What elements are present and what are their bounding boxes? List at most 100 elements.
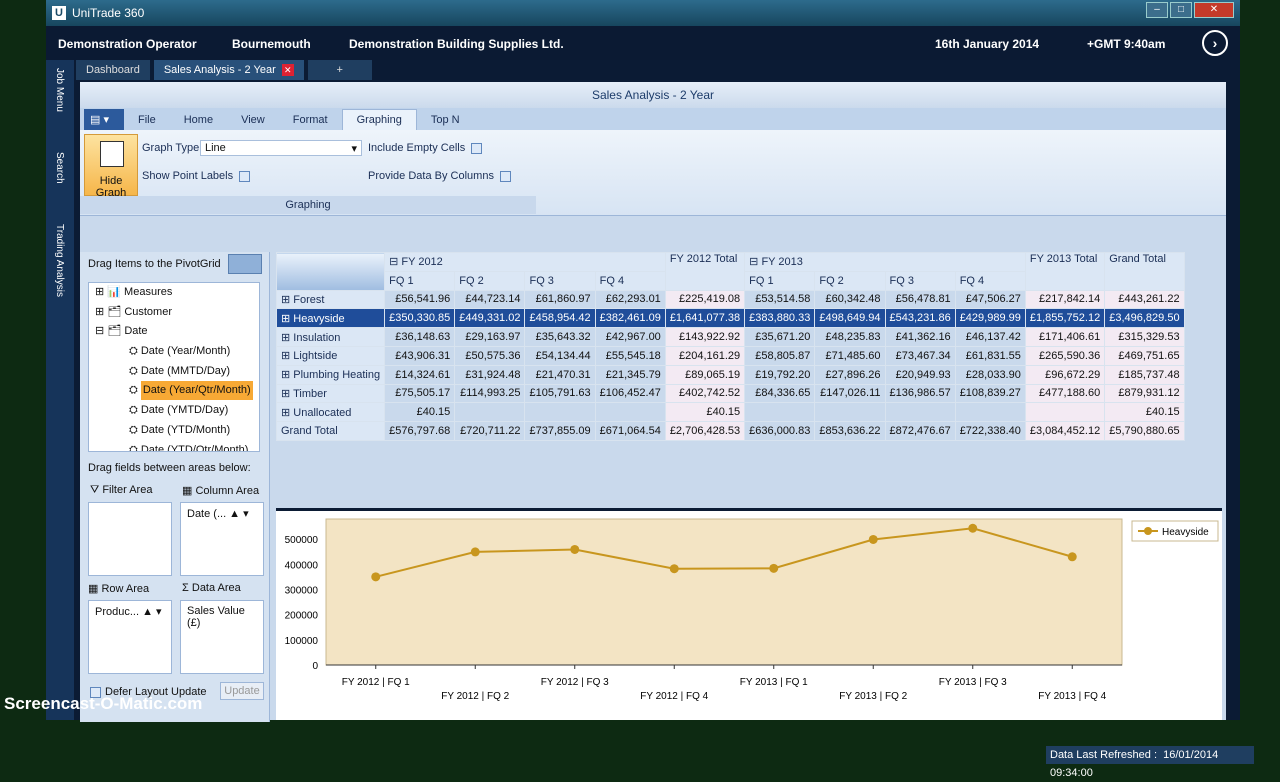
table-cell[interactable]: £42,967.00 xyxy=(594,327,666,347)
row-area[interactable]: Produc... ▲ ▾ xyxy=(88,600,172,674)
table-cell[interactable]: £3,084,452.12 xyxy=(1024,421,1106,441)
table-row[interactable]: ⊞ Insulation £36,148.63 £29,163.97 £35,643.… xyxy=(275,327,1185,347)
grand-total-header[interactable]: Grand Total xyxy=(1104,252,1185,291)
data-point[interactable] xyxy=(868,534,878,544)
quarter-header[interactable]: FQ 2 xyxy=(454,270,526,291)
tab-file[interactable]: File xyxy=(124,110,170,130)
quarter-header[interactable]: FQ 3 xyxy=(884,270,956,291)
table-cell[interactable]: £19,792.20 xyxy=(744,364,816,385)
table-cell[interactable]: £50,575.36 xyxy=(454,345,526,366)
table-cell[interactable]: £56,478.81 xyxy=(884,289,956,310)
row-header[interactable]: ⊞ Insulation xyxy=(275,327,386,347)
table-cell[interactable]: £671,064.54 xyxy=(594,421,666,441)
table-row[interactable]: ⊞ Timber £75,505.17 £114,993.25 £105,791.63… xyxy=(275,383,1185,404)
tab-sales-analysis[interactable]: Sales Analysis - 2 Year ✕ xyxy=(153,60,304,80)
table-cell[interactable] xyxy=(1024,402,1106,423)
row-header[interactable]: ⊞ Forest xyxy=(275,289,386,310)
table-cell[interactable]: £60,342.48 xyxy=(814,289,886,310)
by-columns-checkbox[interactable] xyxy=(499,170,511,182)
row-header[interactable]: ⊞ Timber xyxy=(275,383,386,404)
sidebar-item-search[interactable]: Search xyxy=(54,152,65,184)
empty-cells-checkbox[interactable] xyxy=(471,142,483,154)
update-button[interactable]: Update xyxy=(220,682,264,700)
table-cell[interactable]: £106,452.47 xyxy=(594,383,666,404)
table-cell[interactable]: £40.15 xyxy=(664,402,746,423)
fy2012-total-header[interactable]: FY 2012 Total xyxy=(664,252,746,291)
table-cell[interactable]: £185,737.48 xyxy=(1104,364,1185,385)
data-point[interactable] xyxy=(470,547,480,557)
tree-item-date-ytd-month[interactable]: ⛭ Date (YTD/Month) xyxy=(89,421,259,441)
data-point[interactable] xyxy=(669,564,679,574)
maximize-button[interactable]: □ xyxy=(1170,2,1192,18)
tab-dashboard[interactable]: Dashboard xyxy=(76,60,150,80)
data-point[interactable] xyxy=(1067,552,1077,562)
row-header[interactable]: ⊞ Plumbing Heating xyxy=(275,364,386,385)
table-cell[interactable]: £114,993.25 xyxy=(454,383,526,404)
table-cell[interactable]: £75,505.17 xyxy=(384,383,456,404)
table-cell[interactable]: £1,855,752.12 xyxy=(1024,308,1106,329)
table-cell[interactable]: £48,235.83 xyxy=(814,327,886,347)
table-cell[interactable]: £62,293.01 xyxy=(594,289,666,310)
table-cell[interactable]: £853,636.22 xyxy=(814,421,886,441)
table-cell[interactable]: £43,906.31 xyxy=(384,345,456,366)
quarter-header[interactable]: FQ 1 xyxy=(744,270,816,291)
close-tab-icon[interactable]: ✕ xyxy=(281,64,294,76)
table-cell[interactable]: £498,649.94 xyxy=(814,308,886,329)
provide-data-by-columns[interactable]: Provide Data By Columns xyxy=(368,170,511,182)
point-labels-checkbox[interactable] xyxy=(239,170,251,182)
data-point[interactable] xyxy=(570,544,580,554)
table-cell[interactable]: £21,470.31 xyxy=(524,364,596,385)
tab-format[interactable]: Format xyxy=(279,110,342,130)
table-cell[interactable]: £636,000.83 xyxy=(744,421,816,441)
table-row[interactable]: ⊞ Unallocated £40.15 £40.15 £40.15 xyxy=(275,402,1185,423)
table-cell[interactable]: £71,485.60 xyxy=(814,345,886,366)
table-cell[interactable]: £350,330.85 xyxy=(384,308,456,329)
table-cell[interactable]: £872,476.67 xyxy=(884,421,956,441)
table-cell[interactable]: £443,261.22 xyxy=(1104,289,1185,310)
table-cell[interactable]: £265,590.36 xyxy=(1024,345,1106,366)
row-header[interactable]: ⊞ Lightside xyxy=(275,345,386,366)
table-cell[interactable]: £458,954.42 xyxy=(524,308,596,329)
quarter-header[interactable]: FQ 3 xyxy=(524,270,596,291)
table-cell[interactable]: £105,791.63 xyxy=(524,383,596,404)
data-point[interactable] xyxy=(769,563,779,573)
column-field-chip[interactable]: Date (... xyxy=(187,508,226,520)
table-cell[interactable]: £40.15 xyxy=(1104,402,1185,423)
table-cell[interactable] xyxy=(744,402,816,423)
table-cell[interactable]: £47,506.27 xyxy=(954,289,1026,310)
table-cell[interactable]: £73,467.34 xyxy=(884,345,956,366)
table-cell[interactable]: £61,831.55 xyxy=(954,345,1026,366)
table-cell[interactable]: £225,419.08 xyxy=(664,289,746,310)
close-button[interactable]: ✕ xyxy=(1194,2,1234,18)
table-row[interactable]: ⊞ Lightside £43,906.31 £50,575.36 £54,134.4… xyxy=(275,345,1185,366)
go-arrow-icon[interactable]: › xyxy=(1202,30,1228,56)
table-cell[interactable]: £89,065.19 xyxy=(664,364,746,385)
table-cell[interactable]: £722,338.40 xyxy=(954,421,1026,441)
row-header[interactable]: ⊞ Heavyside xyxy=(275,308,386,329)
tab-home[interactable]: Home xyxy=(170,110,227,130)
quarter-header[interactable]: FQ 4 xyxy=(594,270,666,291)
table-cell[interactable]: £143,922.92 xyxy=(664,327,746,347)
table-cell[interactable] xyxy=(454,402,526,423)
quarter-header[interactable]: FQ 2 xyxy=(814,270,886,291)
table-cell[interactable]: £96,672.29 xyxy=(1024,364,1106,385)
table-cell[interactable]: £469,751.65 xyxy=(1104,345,1185,366)
row-header[interactable]: Grand Total xyxy=(275,421,386,441)
table-cell[interactable]: £21,345.79 xyxy=(594,364,666,385)
app-menu-button[interactable]: ▤ ▾ xyxy=(84,109,124,130)
table-cell[interactable]: £315,329.53 xyxy=(1104,327,1185,347)
tree-item-measures[interactable]: ⊞ 📊 Measures xyxy=(89,283,259,303)
include-empty-cells[interactable]: Include Empty Cells xyxy=(368,142,483,154)
table-row[interactable]: ⊞ Plumbing Heating £14,324.61 £31,924.48 £2… xyxy=(275,364,1185,385)
table-cell[interactable]: £136,986.57 xyxy=(884,383,956,404)
quarter-header[interactable]: FQ 4 xyxy=(954,270,1026,291)
data-area[interactable]: Sales Value (£) xyxy=(180,600,264,674)
table-cell[interactable]: £84,336.65 xyxy=(744,383,816,404)
table-cell[interactable]: £44,723.14 xyxy=(454,289,526,310)
table-cell[interactable]: £204,161.29 xyxy=(664,345,746,366)
table-cell[interactable]: £171,406.61 xyxy=(1024,327,1106,347)
table-cell[interactable] xyxy=(814,402,886,423)
quarter-header[interactable]: FQ 1 xyxy=(384,270,456,291)
tree-item-date-year-qtr-month[interactable]: ⛭ Date (Year/Qtr/Month) xyxy=(89,381,259,401)
year-header-fy2013[interactable]: ⊟ FY 2013 xyxy=(744,252,1026,272)
